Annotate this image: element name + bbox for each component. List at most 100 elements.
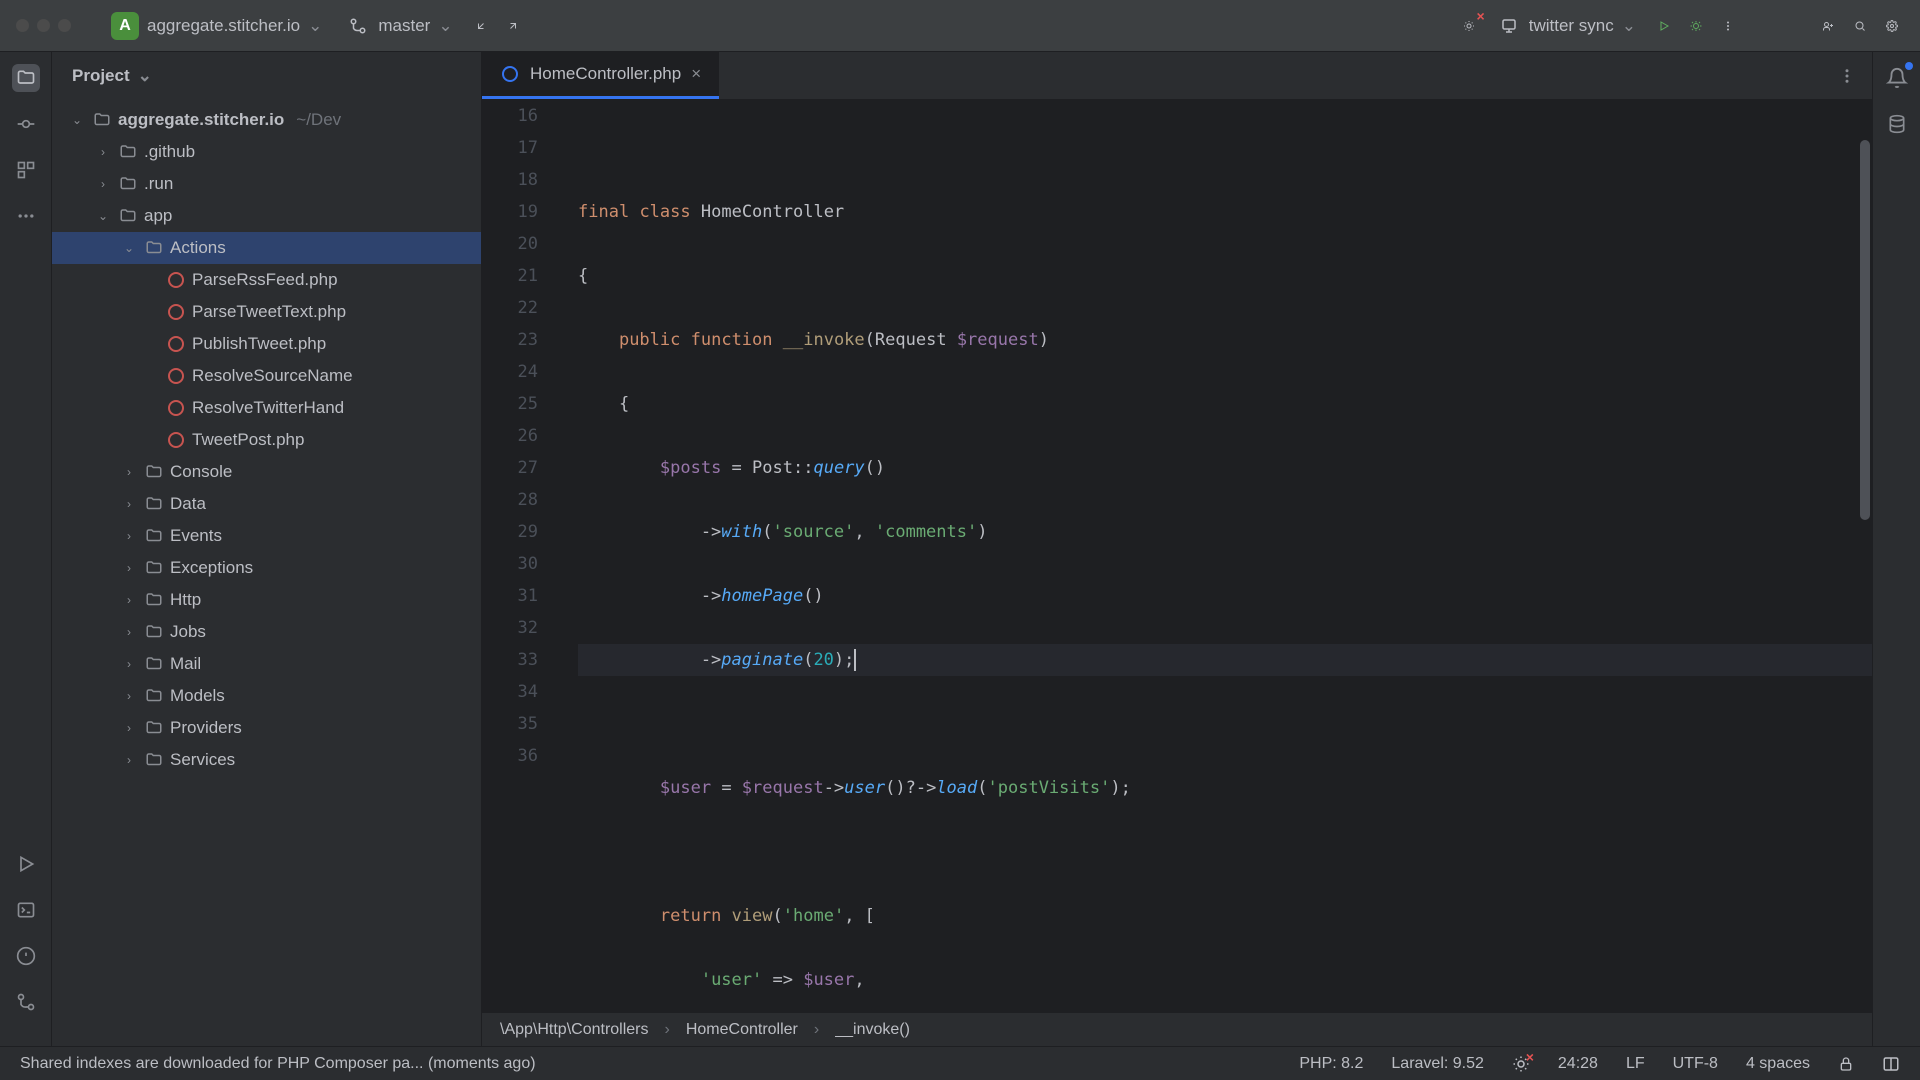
tree-file[interactable]: TweetPost.php: [52, 424, 481, 456]
status-position[interactable]: 24:28: [1558, 1055, 1598, 1073]
chevron-right-icon[interactable]: ›: [120, 561, 138, 575]
more-tool-icon[interactable]: [12, 202, 40, 230]
chevron-right-icon[interactable]: ›: [120, 657, 138, 671]
chevron-right-icon[interactable]: ›: [120, 689, 138, 703]
project-panel-header[interactable]: Project ⌄: [52, 52, 481, 100]
php-class-icon: [166, 366, 186, 386]
status-indent[interactable]: 4 spaces: [1746, 1055, 1810, 1073]
chevron-down-icon[interactable]: ⌄: [68, 113, 86, 127]
tree-label: Models: [170, 686, 225, 706]
vcs-tool-icon[interactable]: [12, 988, 40, 1016]
tree-file[interactable]: ResolveTwitterHand: [52, 392, 481, 424]
search-icon[interactable]: [1848, 14, 1872, 38]
tree-folder[interactable]: ⌄ app: [52, 200, 481, 232]
project-tool-icon[interactable]: [12, 64, 40, 92]
chevron-right-icon[interactable]: ›: [120, 753, 138, 767]
tree-folder[interactable]: › Services: [52, 744, 481, 776]
branch-selector[interactable]: master ⌄: [338, 10, 460, 42]
tree-label: ResolveTwitterHand: [192, 398, 344, 418]
status-reader-icon[interactable]: [1882, 1055, 1900, 1073]
tree-label: Mail: [170, 654, 201, 674]
tree-label: Events: [170, 526, 222, 546]
pull-icon[interactable]: [469, 14, 493, 38]
maximize-window-icon[interactable]: [58, 19, 71, 32]
breadcrumb-method[interactable]: __invoke(): [835, 1021, 910, 1039]
vertical-scrollbar[interactable]: [1860, 140, 1870, 520]
tree-root[interactable]: ⌄ aggregate.stitcher.io ~/Dev: [52, 104, 481, 136]
chevron-right-icon[interactable]: ›: [120, 721, 138, 735]
chevron-right-icon[interactable]: ›: [120, 529, 138, 543]
tree-folder[interactable]: › Jobs: [52, 616, 481, 648]
tree-folder[interactable]: › Events: [52, 520, 481, 552]
structure-tool-icon[interactable]: [12, 156, 40, 184]
tree-file[interactable]: ParseRssFeed.php: [52, 264, 481, 296]
code-content[interactable]: final class HomeController { public func…: [558, 100, 1872, 1012]
run-icon[interactable]: [1652, 14, 1676, 38]
tree-folder[interactable]: › Data: [52, 488, 481, 520]
tree-folder[interactable]: › Exceptions: [52, 552, 481, 584]
chevron-right-icon[interactable]: ›: [120, 497, 138, 511]
close-window-icon[interactable]: [16, 19, 29, 32]
folder-icon: [144, 718, 164, 738]
tree-label: PublishTweet.php: [192, 334, 326, 354]
editor-body[interactable]: Analyzing… 16 17 18 19 20 21 22 23 24 25…: [482, 100, 1872, 1012]
chevron-right-icon[interactable]: ›: [120, 593, 138, 607]
tree-folder[interactable]: › .github: [52, 136, 481, 168]
chevron-right-icon[interactable]: ›: [120, 625, 138, 639]
tree-label: Jobs: [170, 622, 206, 642]
status-encoding[interactable]: UTF-8: [1673, 1055, 1718, 1073]
tab-more-icon[interactable]: [1822, 52, 1872, 99]
status-message[interactable]: Shared indexes are downloaded for PHP Co…: [20, 1055, 536, 1073]
tree-label: ParseRssFeed.php: [192, 270, 338, 290]
debug-icon[interactable]: [1684, 14, 1708, 38]
build-icon[interactable]: [1457, 14, 1481, 38]
tree-folder-actions[interactable]: ⌄ Actions: [52, 232, 481, 264]
project-selector[interactable]: A aggregate.stitcher.io ⌄: [103, 8, 330, 44]
tab-homecontroller[interactable]: HomeController.php ×: [482, 52, 719, 99]
chevron-down-icon: ⌄: [138, 66, 152, 86]
tree-file[interactable]: ResolveSourceName: [52, 360, 481, 392]
php-class-icon: [166, 302, 186, 322]
run-config-selector[interactable]: twitter sync ⌄: [1489, 10, 1644, 42]
tree-folder[interactable]: › Mail: [52, 648, 481, 680]
more-icon[interactable]: [1716, 14, 1740, 38]
code-with-me-icon[interactable]: [1816, 14, 1840, 38]
commit-tool-icon[interactable]: [12, 110, 40, 138]
close-icon[interactable]: ×: [691, 64, 701, 84]
tree-file[interactable]: PublishTweet.php: [52, 328, 481, 360]
folder-icon: [144, 526, 164, 546]
chevron-down-icon[interactable]: ⌄: [120, 241, 138, 255]
breadcrumb-bar: \App\Http\Controllers › HomeController ›…: [482, 1012, 1872, 1046]
chevron-down-icon: ⌄: [308, 16, 322, 36]
breadcrumb-namespace[interactable]: \App\Http\Controllers: [500, 1021, 649, 1039]
tree-folder[interactable]: › Http: [52, 584, 481, 616]
problems-tool-icon[interactable]: [12, 942, 40, 970]
tree-folder[interactable]: › Console: [52, 456, 481, 488]
chevron-down-icon[interactable]: ⌄: [94, 209, 112, 223]
minimize-window-icon[interactable]: [37, 19, 50, 32]
status-bar: Shared indexes are downloaded for PHP Co…: [0, 1046, 1920, 1080]
tree-label: Services: [170, 750, 235, 770]
database-tool-icon[interactable]: [1883, 110, 1911, 138]
notifications-icon[interactable]: [1883, 64, 1911, 92]
chevron-right-icon[interactable]: ›: [94, 145, 112, 159]
folder-icon: [144, 590, 164, 610]
status-line-ending[interactable]: LF: [1626, 1055, 1645, 1073]
tree-folder[interactable]: › Providers: [52, 712, 481, 744]
push-icon[interactable]: [501, 14, 525, 38]
settings-icon[interactable]: [1880, 14, 1904, 38]
status-problems-icon[interactable]: [1512, 1055, 1530, 1073]
folder-icon: [144, 654, 164, 674]
terminal-tool-icon[interactable]: [12, 896, 40, 924]
breadcrumb-class[interactable]: HomeController: [686, 1021, 798, 1039]
status-laravel[interactable]: Laravel: 9.52: [1391, 1055, 1484, 1073]
run-tool-icon[interactable]: [12, 850, 40, 878]
chevron-right-icon[interactable]: ›: [94, 177, 112, 191]
chevron-right-icon[interactable]: ›: [120, 465, 138, 479]
tree-folder[interactable]: › .run: [52, 168, 481, 200]
status-lock-icon[interactable]: [1838, 1056, 1854, 1072]
folder-icon: [144, 462, 164, 482]
tree-file[interactable]: ParseTweetText.php: [52, 296, 481, 328]
tree-folder[interactable]: › Models: [52, 680, 481, 712]
status-php[interactable]: PHP: 8.2: [1299, 1055, 1363, 1073]
